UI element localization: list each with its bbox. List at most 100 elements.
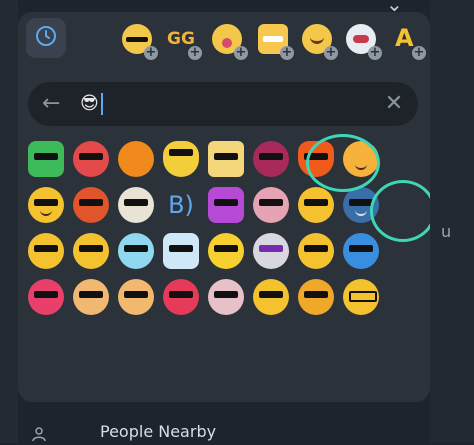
robot-icon	[353, 35, 369, 43]
mustache-sticker	[73, 279, 109, 315]
hot-face-sticker	[343, 141, 379, 177]
purple-cube-sticker	[208, 187, 244, 223]
tongue-face-sticker	[253, 279, 289, 315]
people-nearby-label: People Nearby	[100, 422, 217, 441]
sticker-item[interactable]	[294, 228, 338, 274]
search-input[interactable]: 😎	[80, 93, 103, 115]
skull-sticker	[118, 187, 154, 223]
bearded-sticker	[73, 187, 109, 223]
grin-icon	[263, 36, 283, 42]
sticker-item[interactable]	[339, 228, 383, 274]
sticker-picker-panel: + GG + + + + + A + ← 😎 ✕ B)	[18, 12, 430, 402]
sticker-item[interactable]	[204, 182, 248, 228]
sticker-item[interactable]	[249, 274, 293, 320]
add-pack-icon[interactable]: +	[368, 46, 382, 60]
close-icon[interactable]: ✕	[382, 92, 406, 116]
red-blob-sticker	[163, 279, 199, 315]
search-query: 😎	[80, 93, 99, 114]
pink-cat-sticker	[253, 187, 289, 223]
sticker-results-grid: B)	[24, 136, 428, 320]
people-nearby-item[interactable]: People Nearby	[32, 422, 332, 444]
sticker-pack-bar: + GG + + + + + A +	[18, 12, 430, 72]
pack-face-icon	[126, 36, 148, 42]
sticker-item[interactable]	[24, 136, 68, 182]
sticker-item[interactable]	[69, 182, 113, 228]
sticker-item[interactable]	[249, 228, 293, 274]
sunglasses-face-sticker	[298, 187, 334, 223]
pack-robot-face[interactable]: +	[346, 24, 382, 60]
sticker-item[interactable]	[294, 136, 338, 182]
clock-icon	[34, 24, 58, 52]
blue-cool-face-sticker	[343, 187, 379, 223]
sticker-item[interactable]	[294, 182, 338, 228]
sticker-item[interactable]	[339, 136, 383, 182]
sticker-item[interactable]	[249, 136, 293, 182]
sticker-item[interactable]	[339, 182, 383, 228]
sticker-item[interactable]: B)	[159, 182, 203, 228]
pack-letter-a[interactable]: A +	[390, 24, 426, 60]
banana-sticker	[163, 141, 199, 177]
sticker-item[interactable]	[159, 136, 203, 182]
sticker-item[interactable]	[384, 182, 428, 228]
ice-cube-sticker	[163, 233, 199, 269]
sticker-item[interactable]	[159, 274, 203, 320]
sticker-item[interactable]	[24, 228, 68, 274]
sticker-item[interactable]	[204, 228, 248, 274]
pack-silly-face[interactable]: +	[212, 24, 248, 60]
svg-text:A: A	[395, 24, 414, 50]
add-pack-icon[interactable]: +	[188, 46, 202, 60]
sticker-search-bar[interactable]: ← 😎 ✕	[28, 82, 418, 126]
sticker-item[interactable]	[294, 274, 338, 320]
pack-cool-face[interactable]: +	[122, 24, 158, 60]
alien-sticker	[118, 233, 154, 269]
add-pack-icon[interactable]: +	[234, 46, 248, 60]
back-arrow-icon[interactable]: ←	[42, 92, 66, 116]
wink-icon	[310, 35, 324, 44]
star-sticker	[208, 141, 244, 177]
sticker-item[interactable]	[159, 228, 203, 274]
add-pack-icon[interactable]: +	[412, 46, 426, 60]
sticker-item[interactable]	[114, 182, 158, 228]
shiba-dog-sticker	[118, 279, 154, 315]
sticker-item[interactable]	[339, 274, 383, 320]
recent-tab[interactable]	[26, 18, 66, 58]
pack-wink-face[interactable]: +	[302, 24, 338, 60]
nerd-face-sticker	[343, 279, 379, 315]
striped-cat-sticker	[208, 279, 244, 315]
cool-face-sticker	[28, 233, 64, 269]
cool-face-sticker	[28, 187, 64, 223]
sticker-item[interactable]	[384, 136, 428, 182]
sticker-item[interactable]	[384, 274, 428, 320]
sticker-item[interactable]	[24, 274, 68, 320]
sticker-item[interactable]	[204, 274, 248, 320]
duck-sticker	[208, 233, 244, 269]
deal-with-it-sticker	[298, 233, 334, 269]
sticker-item[interactable]	[69, 274, 113, 320]
text-caret	[100, 93, 103, 115]
blue-bird-sticker	[343, 233, 379, 269]
sticker-item[interactable]	[384, 228, 428, 274]
pack-grin-face[interactable]: +	[258, 24, 294, 60]
sticker-item[interactable]	[69, 136, 113, 182]
background-right	[430, 0, 474, 443]
sticker-item[interactable]	[114, 136, 158, 182]
orange-sticker	[118, 141, 154, 177]
sticker-item[interactable]	[249, 182, 293, 228]
person-icon	[32, 426, 46, 442]
gray-cat-sticker	[253, 233, 289, 269]
sticker-item[interactable]	[69, 228, 113, 274]
sticker-item[interactable]	[204, 136, 248, 182]
red-bird-sticker	[73, 141, 109, 177]
thumbs-cool-sticker	[73, 233, 109, 269]
pack-gg[interactable]: GG +	[166, 24, 202, 60]
background-left	[0, 0, 18, 443]
sticker-item[interactable]	[24, 182, 68, 228]
add-pack-icon[interactable]: +	[144, 46, 158, 60]
add-pack-icon[interactable]: +	[324, 46, 338, 60]
fire-sticker	[298, 141, 334, 177]
mustache-cool-sticker	[298, 279, 334, 315]
sticker-item[interactable]	[114, 228, 158, 274]
tongue-icon	[222, 38, 232, 48]
sticker-item[interactable]	[114, 274, 158, 320]
add-pack-icon[interactable]: +	[280, 46, 294, 60]
